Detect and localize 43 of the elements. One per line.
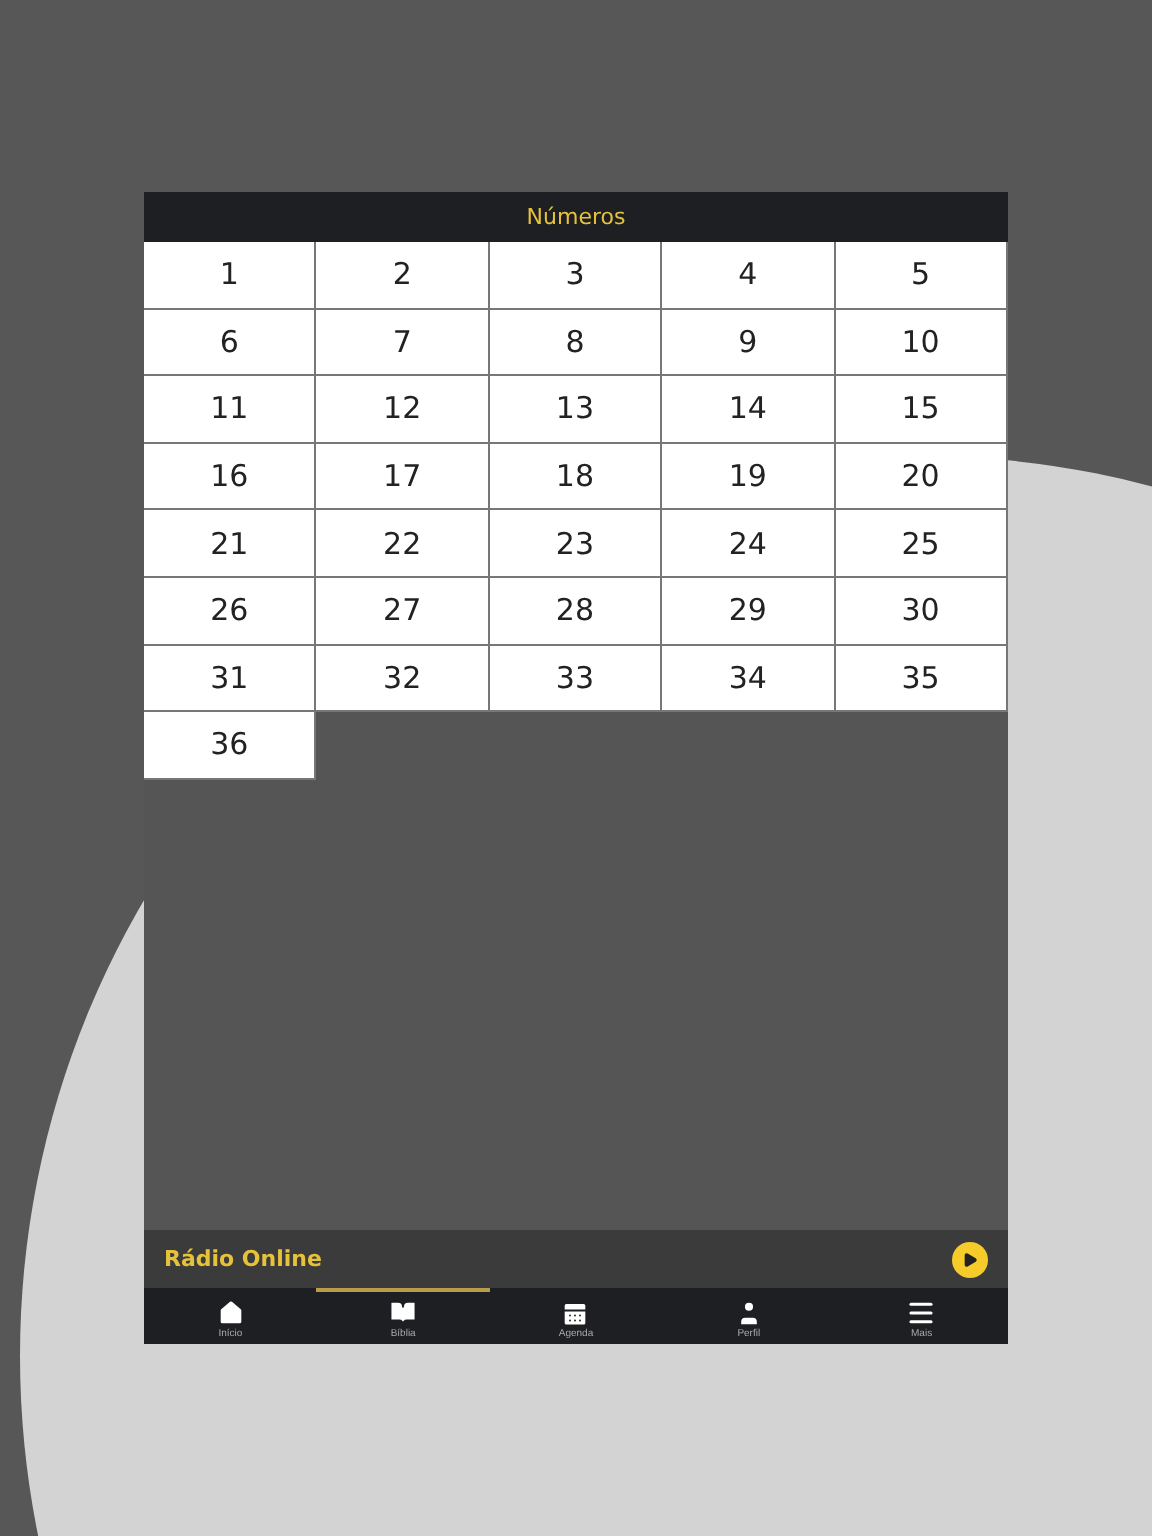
number-cell[interactable]: 20 <box>835 443 1008 511</box>
number-cell[interactable]: 31 <box>144 645 317 713</box>
number-cell[interactable]: 26 <box>144 577 317 646</box>
number-cell[interactable]: 18 <box>489 443 663 511</box>
number-cell[interactable]: 28 <box>489 577 663 646</box>
number-cell[interactable]: 5 <box>835 242 1008 310</box>
number-cell[interactable]: 12 <box>316 376 490 444</box>
number-cell[interactable]: 9 <box>662 309 836 377</box>
number-cell[interactable]: 15 <box>835 376 1008 444</box>
number-cell[interactable]: 1 <box>144 242 317 310</box>
number-cell[interactable]: 30 <box>835 577 1008 646</box>
number-cell[interactable]: 17 <box>316 443 490 511</box>
number-cell[interactable]: 16 <box>144 443 317 511</box>
number-cell[interactable]: 36 <box>144 712 317 780</box>
number-cell[interactable]: 34 <box>662 645 836 713</box>
number-cell[interactable]: 24 <box>662 510 836 578</box>
number-cell[interactable]: 6 <box>144 309 317 377</box>
number-cell[interactable]: 8 <box>489 309 663 377</box>
number-cell[interactable]: 21 <box>144 510 317 578</box>
number-cell[interactable]: 33 <box>489 645 663 713</box>
play-button[interactable] <box>952 1241 988 1277</box>
number-cell[interactable]: 32 <box>316 645 490 713</box>
number-cell[interactable]: 11 <box>144 376 317 444</box>
number-cell[interactable]: 19 <box>662 443 836 511</box>
header-title: Números <box>526 204 626 230</box>
number-cell[interactable]: 14 <box>662 376 836 444</box>
menu-icon <box>906 1297 937 1327</box>
number-cell[interactable]: 27 <box>316 577 490 646</box>
number-cell[interactable]: 25 <box>835 510 1008 578</box>
number-cell[interactable]: 13 <box>489 376 663 444</box>
number-cell[interactable]: 10 <box>835 309 1008 377</box>
number-cell[interactable]: 2 <box>316 242 490 310</box>
number-cell[interactable]: 29 <box>662 577 836 646</box>
number-cell[interactable]: 23 <box>489 510 663 578</box>
number-cell[interactable]: 22 <box>316 510 490 578</box>
number-cell[interactable]: 7 <box>316 309 490 377</box>
home-icon <box>215 1297 246 1327</box>
book-icon <box>388 1297 419 1327</box>
number-cell[interactable]: 4 <box>662 242 836 310</box>
number-cell[interactable]: 35 <box>835 645 1008 713</box>
number-cell[interactable]: 3 <box>489 242 663 310</box>
play-icon <box>962 1251 978 1267</box>
radio-label: Rádio Online <box>164 1246 322 1272</box>
